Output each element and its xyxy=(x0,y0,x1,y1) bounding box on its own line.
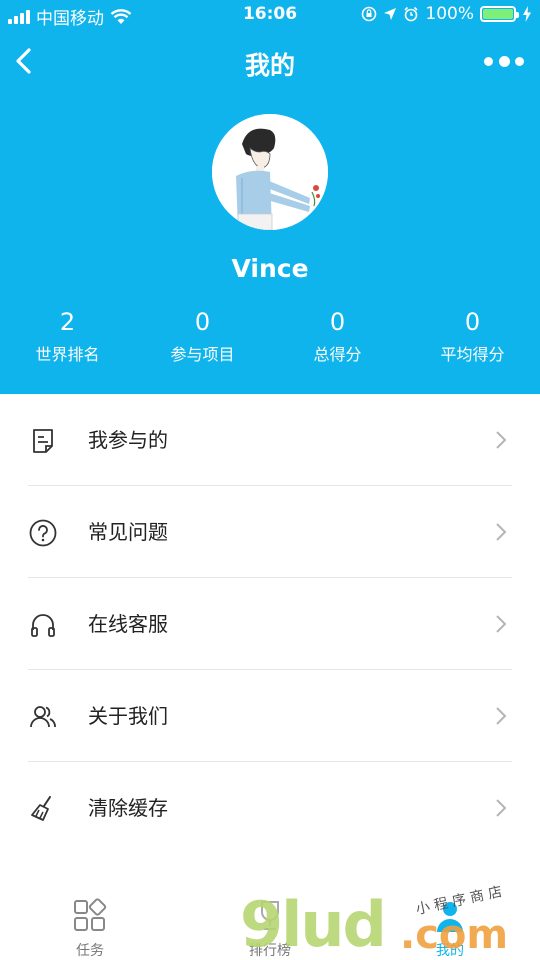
avatar-illustration xyxy=(212,114,328,230)
stat-value: 0 xyxy=(329,308,346,336)
stat-total-score[interactable]: 0 总得分 xyxy=(270,306,405,376)
tab-label: 排行榜 xyxy=(249,943,291,959)
dot-icon xyxy=(515,56,524,66)
page-title: 我的 xyxy=(244,51,295,80)
more-options-button[interactable] xyxy=(484,48,524,74)
document-icon xyxy=(33,429,53,453)
nav-bar: 我的 xyxy=(0,38,540,84)
menu-item-customer-service[interactable]: 在线客服 xyxy=(0,578,540,670)
tab-leaderboard[interactable]: 排行榜 xyxy=(180,884,360,960)
menu-label: 我参与的 xyxy=(88,428,168,452)
menu-item-faq[interactable]: 常见问题 xyxy=(0,486,540,578)
tab-mine[interactable]: 我的 xyxy=(360,884,540,960)
menu-label: 常见问题 xyxy=(88,520,168,544)
stat-average-score[interactable]: 0 平均得分 xyxy=(405,306,540,376)
stat-label: 平均得分 xyxy=(440,345,505,364)
charging-icon xyxy=(523,6,531,22)
menu-item-clear-cache[interactable]: 清除缓存 xyxy=(0,762,540,854)
alarm-icon xyxy=(404,6,418,22)
chevron-right-icon xyxy=(496,431,507,449)
avatar[interactable] xyxy=(212,114,328,230)
dot-icon xyxy=(498,55,510,67)
stat-world-rank[interactable]: 2 世界排名 xyxy=(0,306,135,376)
status-right: 100% xyxy=(361,4,532,24)
battery-percent: 100% xyxy=(425,4,474,24)
stat-value: 0 xyxy=(194,308,211,336)
menu-item-about-us[interactable]: 关于我们 xyxy=(0,670,540,762)
profile-header: 中国移动 16:06 100% 我的 Vince 2 世界排名 0 参与项目 0… xyxy=(0,0,540,394)
broom-icon xyxy=(31,796,51,821)
location-icon xyxy=(384,8,397,20)
username: Vince xyxy=(231,254,309,283)
tab-label: 我的 xyxy=(436,943,464,959)
battery-icon xyxy=(480,6,519,22)
menu-list: 我参与的 常见问题 在线客服 关于我们 清除缓存 xyxy=(0,394,540,854)
stat-value: 0 xyxy=(464,308,481,336)
stats-row: 2 世界排名 0 参与项目 0 总得分 0 平均得分 xyxy=(0,306,540,376)
trophy-icon xyxy=(261,901,279,930)
tab-tasks[interactable]: 任务 xyxy=(0,884,180,960)
stat-label: 世界排名 xyxy=(35,345,100,364)
menu-label: 清除缓存 xyxy=(88,796,168,820)
stat-label: 总得分 xyxy=(313,345,362,364)
lock-rotation-icon xyxy=(362,6,377,22)
menu-label: 在线客服 xyxy=(88,612,168,636)
menu-item-participated[interactable]: 我参与的 xyxy=(0,394,540,486)
users-icon xyxy=(30,706,56,728)
person-icon xyxy=(437,902,463,932)
stat-value: 2 xyxy=(59,308,76,336)
tab-label: 任务 xyxy=(76,943,104,959)
chevron-right-icon xyxy=(496,523,507,541)
headphones-icon xyxy=(31,614,55,637)
dot-icon xyxy=(484,56,493,66)
question-icon xyxy=(29,519,57,547)
chevron-right-icon xyxy=(496,615,507,633)
chevron-right-icon xyxy=(496,799,507,817)
chevron-right-icon xyxy=(496,707,507,725)
grid-icon xyxy=(74,898,107,931)
profile-page: 中国移动 16:06 100% 我的 Vince 2 世界排名 0 参与项目 0… xyxy=(0,0,540,960)
stat-projects[interactable]: 0 参与项目 xyxy=(135,306,270,376)
status-bar: 中国移动 16:06 100% xyxy=(0,0,540,30)
tab-bar: 任务 排行榜 我的 xyxy=(0,884,540,960)
menu-label: 关于我们 xyxy=(88,704,168,728)
stat-label: 参与项目 xyxy=(170,345,235,364)
